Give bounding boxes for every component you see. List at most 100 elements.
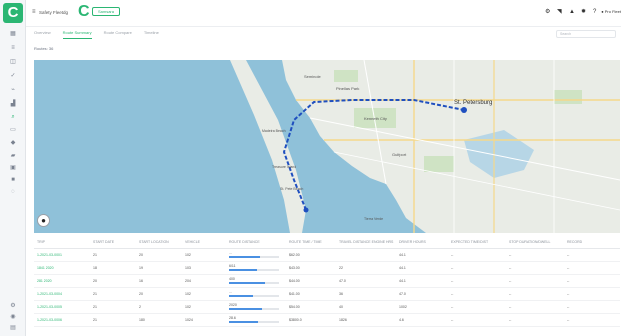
- column-header[interactable]: START LOCATION: [136, 237, 182, 249]
- truck-icon[interactable]: ▰: [9, 153, 17, 159]
- gear-icon[interactable]: ✹: [581, 9, 587, 15]
- table-cell: 47.0: [336, 274, 396, 288]
- cell-text: --: [567, 317, 570, 322]
- check-icon[interactable]: ✓: [9, 73, 17, 79]
- column-header[interactable]: DRIVER HOURS: [396, 237, 448, 249]
- cell-text: 204: [185, 278, 191, 283]
- tab-route-summary[interactable]: Route Summary: [62, 29, 92, 39]
- clipboard-icon[interactable]: ▣: [9, 165, 17, 171]
- cell-text: --: [567, 291, 570, 296]
- cell-text: 6/11: [229, 264, 236, 269]
- map-label: Treasure Island: [272, 165, 296, 169]
- layers-icon[interactable]: ◫: [9, 59, 17, 65]
- table-cell: ...: [226, 248, 286, 262]
- route-map[interactable]: St. Petersburg Pinellas Park Kenneth Cit…: [34, 60, 620, 233]
- table-cell: --: [564, 313, 620, 327]
- trip-link[interactable]: 1841 2020: [34, 261, 90, 275]
- table-cell: --: [564, 300, 620, 314]
- brand-letter: C: [78, 3, 90, 20]
- calendar-icon[interactable]: ▭: [9, 127, 17, 133]
- search-icon[interactable]: ⌕: [9, 114, 17, 120]
- tab-overview[interactable]: Overview: [34, 29, 51, 39]
- table-cell: $44.00: [286, 274, 336, 288]
- distance-bar: [229, 295, 279, 297]
- table-cell: $54.00: [286, 300, 336, 314]
- dashboard-name[interactable]: Safety Fleetdg: [39, 10, 68, 15]
- trip-link[interactable]: 1-2021-03-0004: [34, 287, 90, 301]
- cell-text: $62.00: [289, 252, 300, 257]
- tab-timeline[interactable]: Timeline: [144, 29, 159, 39]
- search-input[interactable]: Search: [556, 30, 616, 38]
- cell-text: 1-2021-03-0001: [37, 252, 62, 257]
- table-cell: 20: [136, 248, 182, 262]
- cell-text: 16: [139, 278, 143, 283]
- table-cell: 204: [182, 274, 226, 288]
- table-cell: $43.00: [286, 261, 336, 275]
- pin-icon[interactable]: ◆: [9, 140, 17, 146]
- table-row[interactable]: 1-2021-03-0001 21 20 102... $62.00 44.1 -- -- --: [34, 248, 620, 262]
- cell-text: --: [451, 317, 454, 322]
- column-header[interactable]: RECORD: [564, 237, 620, 249]
- chart-icon[interactable]: ▟: [9, 101, 17, 107]
- trip-link[interactable]: 1-2021-03-0006: [34, 313, 90, 327]
- filter-chip[interactable]: Routes: 36: [34, 45, 53, 53]
- table-row[interactable]: 1-2021-03-0006 21 180 1024 28.6 $3800.0 1826 4.…: [34, 313, 620, 327]
- distance-bar-fill: [229, 269, 257, 271]
- trip-link[interactable]: 281 2020: [34, 274, 90, 288]
- table-cell: --: [506, 261, 564, 275]
- table-row[interactable]: 1841 2020 18 19 103 6/11 $43.00 22 44.1 -- -- --: [34, 261, 620, 275]
- column-header[interactable]: VEHICLE: [182, 237, 226, 249]
- user-menu[interactable]: ● Pro Fleet: [601, 9, 621, 14]
- tab-route-compare[interactable]: Route Compare: [104, 29, 132, 39]
- table-cell: 22: [336, 261, 396, 275]
- column-header[interactable]: TRAVEL DISTANCE ENGINE HRS: [336, 237, 396, 249]
- notification-icon[interactable]: ◥: [557, 9, 563, 15]
- collapse-icon[interactable]: ▤: [9, 325, 17, 331]
- settings-icon[interactable]: ⚙: [545, 9, 551, 15]
- table-cell: 36: [336, 287, 396, 301]
- cell-text: --: [451, 278, 454, 283]
- header-icons: ⚙ ◥ ▲ ✹ ?: [545, 9, 599, 17]
- column-header[interactable]: STOP DURATION/DWELL: [506, 237, 564, 249]
- cell-text: 21: [93, 252, 97, 257]
- table-cell: --: [448, 261, 506, 275]
- menu-icon[interactable]: ≡: [32, 9, 38, 15]
- column-header[interactable]: ROUTE DISTANCE: [226, 237, 286, 249]
- list-icon[interactable]: ≡: [9, 45, 17, 51]
- alert-icon[interactable]: ◌: [9, 189, 17, 195]
- table-cell: $41.00: [286, 287, 336, 301]
- column-header[interactable]: TRIP: [34, 237, 90, 249]
- cell-text: 21: [93, 317, 97, 322]
- map-action-button[interactable]: ●: [37, 214, 50, 227]
- grid-icon[interactable]: ▦: [9, 31, 17, 37]
- table-cell: 47.0: [396, 287, 448, 301]
- trip-link[interactable]: 1-2021-03-0001: [34, 248, 90, 262]
- left-nav-rail: C ▦ ≡ ◫ ✓ ⌁ ▟ ⌕ ▭ ◆ ▰ ▣ ■ ◌ ⚙ ◉ ▤: [0, 0, 26, 336]
- cell-text: --: [509, 265, 512, 270]
- column-header[interactable]: EXPECTED TIME/DIST: [448, 237, 506, 249]
- box-icon[interactable]: ■: [9, 177, 17, 183]
- distance-bar-fill: [229, 308, 262, 310]
- cell-text: 44.1: [399, 278, 406, 283]
- brand-logo: C Samsara: [78, 3, 134, 20]
- bell-icon[interactable]: ▲: [569, 9, 575, 15]
- settings-icon[interactable]: ⚙: [9, 303, 17, 309]
- route-icon[interactable]: ⌁: [9, 87, 17, 93]
- cell-text: 102: [185, 291, 191, 296]
- table-row[interactable]: 1-2021-03-0004 21 20 102... $41.00 36 47.0 -- --…: [34, 287, 620, 301]
- app-logo[interactable]: C: [3, 3, 23, 23]
- column-header[interactable]: START DATE: [90, 237, 136, 249]
- table-cell: 16: [136, 274, 182, 288]
- column-header[interactable]: ROUTE TIME / TIME: [286, 237, 336, 249]
- table-row[interactable]: 281 2020 20 16 204 400 $44.00 47.0 44.1 -- -- --: [34, 274, 620, 288]
- trip-link[interactable]: 1-2021-03-0005: [34, 300, 90, 314]
- cell-text: --: [509, 252, 512, 257]
- help-icon[interactable]: ?: [593, 9, 599, 15]
- table-cell: 1024: [182, 313, 226, 327]
- help-icon[interactable]: ◉: [9, 314, 17, 320]
- cell-text: ...: [229, 251, 232, 256]
- table-cell: --: [506, 274, 564, 288]
- cell-text: --: [509, 278, 512, 283]
- cell-text: --: [567, 252, 570, 257]
- table-row[interactable]: 1-2021-03-0005 21 2 102 2020 $54.00 40 1002 -- --…: [34, 300, 620, 314]
